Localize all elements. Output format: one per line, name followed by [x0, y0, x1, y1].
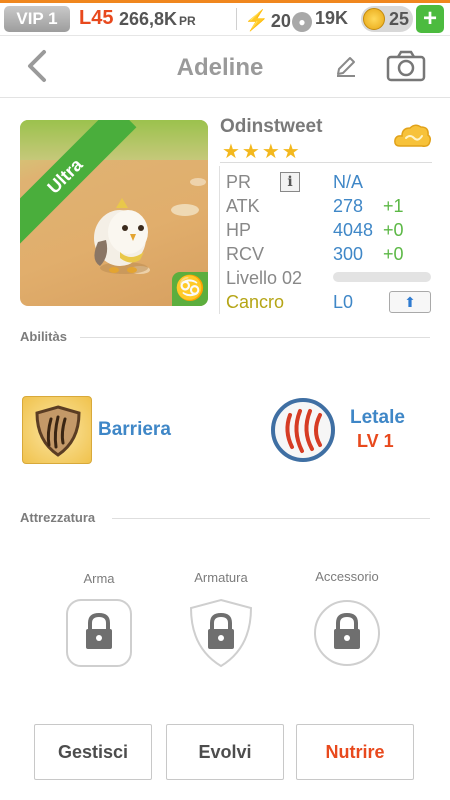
info-icon[interactable]: i [280, 172, 300, 192]
star-rating: ★★★★ [222, 141, 302, 163]
skill-letale-name[interactable]: Letale [350, 407, 405, 429]
add-gold-button[interactable]: + [416, 5, 444, 33]
header: Adeline [0, 36, 450, 98]
skill-barriera-name[interactable]: Barriera [98, 419, 171, 441]
gold-value: 25 [389, 9, 410, 29]
pet-detail-screen: VIP 1 L45 266,8K PR ⚡ 20 ● 19K 25 + Adeline [0, 0, 450, 800]
gold-coin-icon [363, 8, 385, 30]
level-progress-bar [333, 272, 431, 282]
atk-bonus: +1 [383, 196, 404, 216]
abilities-divider [80, 337, 430, 338]
coins-unit: PR [179, 14, 196, 28]
arrow-up-icon: ⬆ [404, 294, 416, 310]
chevron-left-icon[interactable] [22, 48, 52, 84]
status-bar: VIP 1 L45 266,8K PR ⚡ 20 ● 19K 25 + [0, 0, 450, 36]
upgrade-zodiac-button[interactable]: ⬆ [389, 291, 431, 313]
shield-claw-icon[interactable] [22, 396, 92, 464]
pet-species-name: Odinstweet [220, 116, 323, 137]
divider [236, 8, 237, 30]
equipment-section-label: Attrezzatura [20, 510, 96, 525]
coins-value: 266,8K [119, 9, 178, 29]
claw-slash-icon[interactable] [270, 397, 336, 463]
evolve-button[interactable]: Evolvi [166, 724, 284, 780]
energy-counter[interactable]: ⚡ 20 [244, 8, 291, 33]
energy-value: 20 [270, 11, 291, 31]
page-title: Adeline [176, 54, 264, 81]
level-label: Livello 02 [226, 268, 303, 288]
rcv-value: 300 [333, 244, 364, 264]
feed-button[interactable]: Nutrire [296, 724, 414, 780]
stats-divider [219, 166, 220, 314]
skill-letale-level: LV 1 [357, 431, 394, 451]
gold-counter[interactable]: 25 [361, 6, 413, 32]
zodiac-cancer-icon: ♋ [172, 272, 208, 306]
hp-bonus: +0 [383, 220, 404, 240]
equipment-divider [112, 518, 430, 519]
rcv-bonus: +0 [383, 244, 404, 264]
pr-value: N/A [333, 172, 364, 192]
hp-value: 4048 [333, 220, 374, 240]
atk-label: ATK [226, 196, 260, 216]
camera-icon[interactable] [386, 50, 426, 82]
atk-value: 278 [333, 196, 364, 216]
armor-slot-label: Armatura [194, 570, 248, 585]
abilities-section-label: Abilitàs [20, 329, 67, 344]
name-divider [220, 162, 432, 163]
weapon-slot-label: Arma [83, 571, 115, 586]
zodiac-level: L0 [333, 292, 354, 312]
coins-counter: 266,8K PR [119, 9, 196, 30]
paw-icon: ● [292, 12, 312, 32]
cloud-icon[interactable] [394, 122, 432, 152]
pr-label: PR [226, 172, 252, 192]
accessory-slot-label: Accessorio [315, 569, 379, 584]
manage-button[interactable]: Gestisci [34, 724, 152, 780]
paw-points-value: 19K [315, 8, 349, 28]
rcv-label: RCV [226, 244, 265, 264]
status-accent-line [0, 0, 450, 3]
vip-badge[interactable]: VIP 1 [4, 6, 70, 32]
paw-points-counter[interactable]: ● 19K [292, 8, 348, 32]
hp-label: HP [226, 220, 252, 240]
weapon-slot[interactable] [65, 598, 133, 668]
pencil-icon[interactable] [334, 54, 358, 78]
player-level: L45 [79, 7, 114, 29]
zodiac-sign-label: Cancro [226, 292, 285, 312]
armor-slot[interactable] [187, 598, 255, 668]
accessory-slot[interactable] [313, 598, 381, 668]
lightning-icon: ⚡ [244, 10, 269, 32]
